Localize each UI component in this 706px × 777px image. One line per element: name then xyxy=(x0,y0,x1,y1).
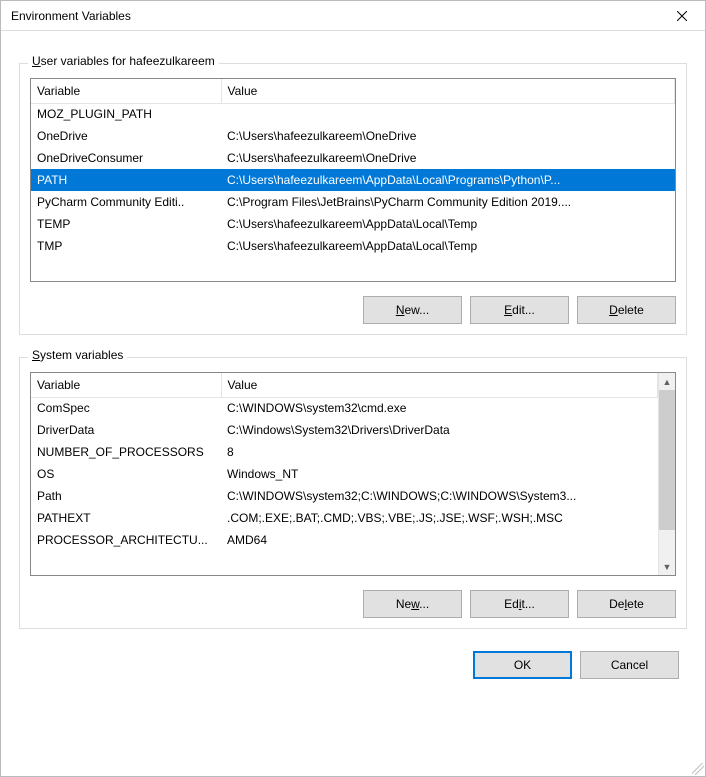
system-variables-label: System variables xyxy=(28,348,127,362)
user-edit-button[interactable]: Edit... xyxy=(470,296,569,324)
close-button[interactable] xyxy=(659,1,705,31)
variable-value-cell: C:\Windows\System32\Drivers\DriverData xyxy=(221,419,658,441)
variable-name-cell: DriverData xyxy=(31,419,221,441)
variable-name-cell: TEMP xyxy=(31,213,221,235)
user-new-button[interactable]: New... xyxy=(363,296,462,324)
resize-grip-icon[interactable] xyxy=(692,763,704,775)
table-row[interactable]: MOZ_PLUGIN_PATH xyxy=(31,103,675,125)
variable-name-cell: TMP xyxy=(31,235,221,257)
table-row[interactable]: PyCharm Community Editi..C:\Program File… xyxy=(31,191,675,213)
cancel-button[interactable]: Cancel xyxy=(580,651,679,679)
variable-value-cell: AMD64 xyxy=(221,529,658,551)
variable-name-cell: OneDriveConsumer xyxy=(31,147,221,169)
table-row[interactable]: NUMBER_OF_PROCESSORS8 xyxy=(31,441,658,463)
ok-button[interactable]: OK xyxy=(473,651,572,679)
close-icon xyxy=(677,11,687,21)
variable-value-cell: C:\Users\hafeezulkareem\AppData\Local\Pr… xyxy=(221,169,675,191)
table-row[interactable]: OneDriveConsumerC:\Users\hafeezulkareem\… xyxy=(31,147,675,169)
system-variables-group: System variables Variable Value ComSpecC… xyxy=(19,357,687,629)
variable-name-cell: PyCharm Community Editi.. xyxy=(31,191,221,213)
table-row[interactable]: PATHC:\Users\hafeezulkareem\AppData\Loca… xyxy=(31,169,675,191)
variable-name-cell: OS xyxy=(31,463,221,485)
variable-value-cell: C:\Program Files\JetBrains\PyCharm Commu… xyxy=(221,191,675,213)
table-row[interactable]: OneDriveC:\Users\hafeezulkareem\OneDrive xyxy=(31,125,675,147)
variable-name-cell: ComSpec xyxy=(31,397,221,419)
system-variables-table[interactable]: Variable Value ComSpecC:\WINDOWS\system3… xyxy=(30,372,676,576)
user-variables-group: User variables for hafeezulkareem Variab… xyxy=(19,63,687,335)
table-row[interactable]: TMPC:\Users\hafeezulkareem\AppData\Local… xyxy=(31,235,675,257)
table-header-row[interactable]: Variable Value xyxy=(31,373,658,397)
variable-name-cell: Path xyxy=(31,485,221,507)
table-row[interactable]: PROCESSOR_ARCHITECTU...AMD64 xyxy=(31,529,658,551)
variable-name-cell: NUMBER_OF_PROCESSORS xyxy=(31,441,221,463)
title-bar: Environment Variables xyxy=(1,1,705,31)
table-row[interactable]: PATHEXT.COM;.EXE;.BAT;.CMD;.VBS;.VBE;.JS… xyxy=(31,507,658,529)
column-header-variable[interactable]: Variable xyxy=(31,79,221,103)
system-delete-button[interactable]: Delete xyxy=(577,590,676,618)
variable-name-cell: OneDrive xyxy=(31,125,221,147)
variable-value-cell: C:\WINDOWS\system32;C:\WINDOWS;C:\WINDOW… xyxy=(221,485,658,507)
table-row[interactable]: OSWindows_NT xyxy=(31,463,658,485)
table-row[interactable]: ComSpecC:\WINDOWS\system32\cmd.exe xyxy=(31,397,658,419)
scroll-down-icon[interactable]: ▼ xyxy=(659,558,675,575)
scrollbar-track[interactable] xyxy=(659,390,675,558)
system-new-button[interactable]: New... xyxy=(363,590,462,618)
variable-value-cell xyxy=(221,103,675,125)
scroll-up-icon[interactable]: ▲ xyxy=(659,373,675,390)
variable-name-cell: PATHEXT xyxy=(31,507,221,529)
table-header-row[interactable]: Variable Value xyxy=(31,79,675,103)
vertical-scrollbar[interactable]: ▲ ▼ xyxy=(658,373,675,575)
variable-value-cell: C:\WINDOWS\system32\cmd.exe xyxy=(221,397,658,419)
variable-name-cell: MOZ_PLUGIN_PATH xyxy=(31,103,221,125)
table-row[interactable]: PathC:\WINDOWS\system32;C:\WINDOWS;C:\WI… xyxy=(31,485,658,507)
variable-name-cell: PROCESSOR_ARCHITECTU... xyxy=(31,529,221,551)
scrollbar-thumb[interactable] xyxy=(659,390,675,530)
window-title: Environment Variables xyxy=(11,9,659,23)
column-header-value[interactable]: Value xyxy=(221,373,658,397)
user-variables-table[interactable]: Variable Value MOZ_PLUGIN_PATHOneDriveC:… xyxy=(30,78,676,282)
variable-name-cell: PATH xyxy=(31,169,221,191)
variable-value-cell: Windows_NT xyxy=(221,463,658,485)
table-row[interactable]: DriverDataC:\Windows\System32\Drivers\Dr… xyxy=(31,419,658,441)
variable-value-cell: C:\Users\hafeezulkareem\AppData\Local\Te… xyxy=(221,235,675,257)
variable-value-cell: .COM;.EXE;.BAT;.CMD;.VBS;.VBE;.JS;.JSE;.… xyxy=(221,507,658,529)
column-header-variable[interactable]: Variable xyxy=(31,373,221,397)
variable-value-cell: C:\Users\hafeezulkareem\OneDrive xyxy=(221,125,675,147)
variable-value-cell: 8 xyxy=(221,441,658,463)
table-row[interactable]: TEMPC:\Users\hafeezulkareem\AppData\Loca… xyxy=(31,213,675,235)
variable-value-cell: C:\Users\hafeezulkareem\OneDrive xyxy=(221,147,675,169)
user-delete-button[interactable]: Delete xyxy=(577,296,676,324)
user-variables-label: User variables for hafeezulkareem xyxy=(28,54,219,68)
column-header-value[interactable]: Value xyxy=(221,79,675,103)
system-edit-button[interactable]: Edit... xyxy=(470,590,569,618)
variable-value-cell: C:\Users\hafeezulkareem\AppData\Local\Te… xyxy=(221,213,675,235)
